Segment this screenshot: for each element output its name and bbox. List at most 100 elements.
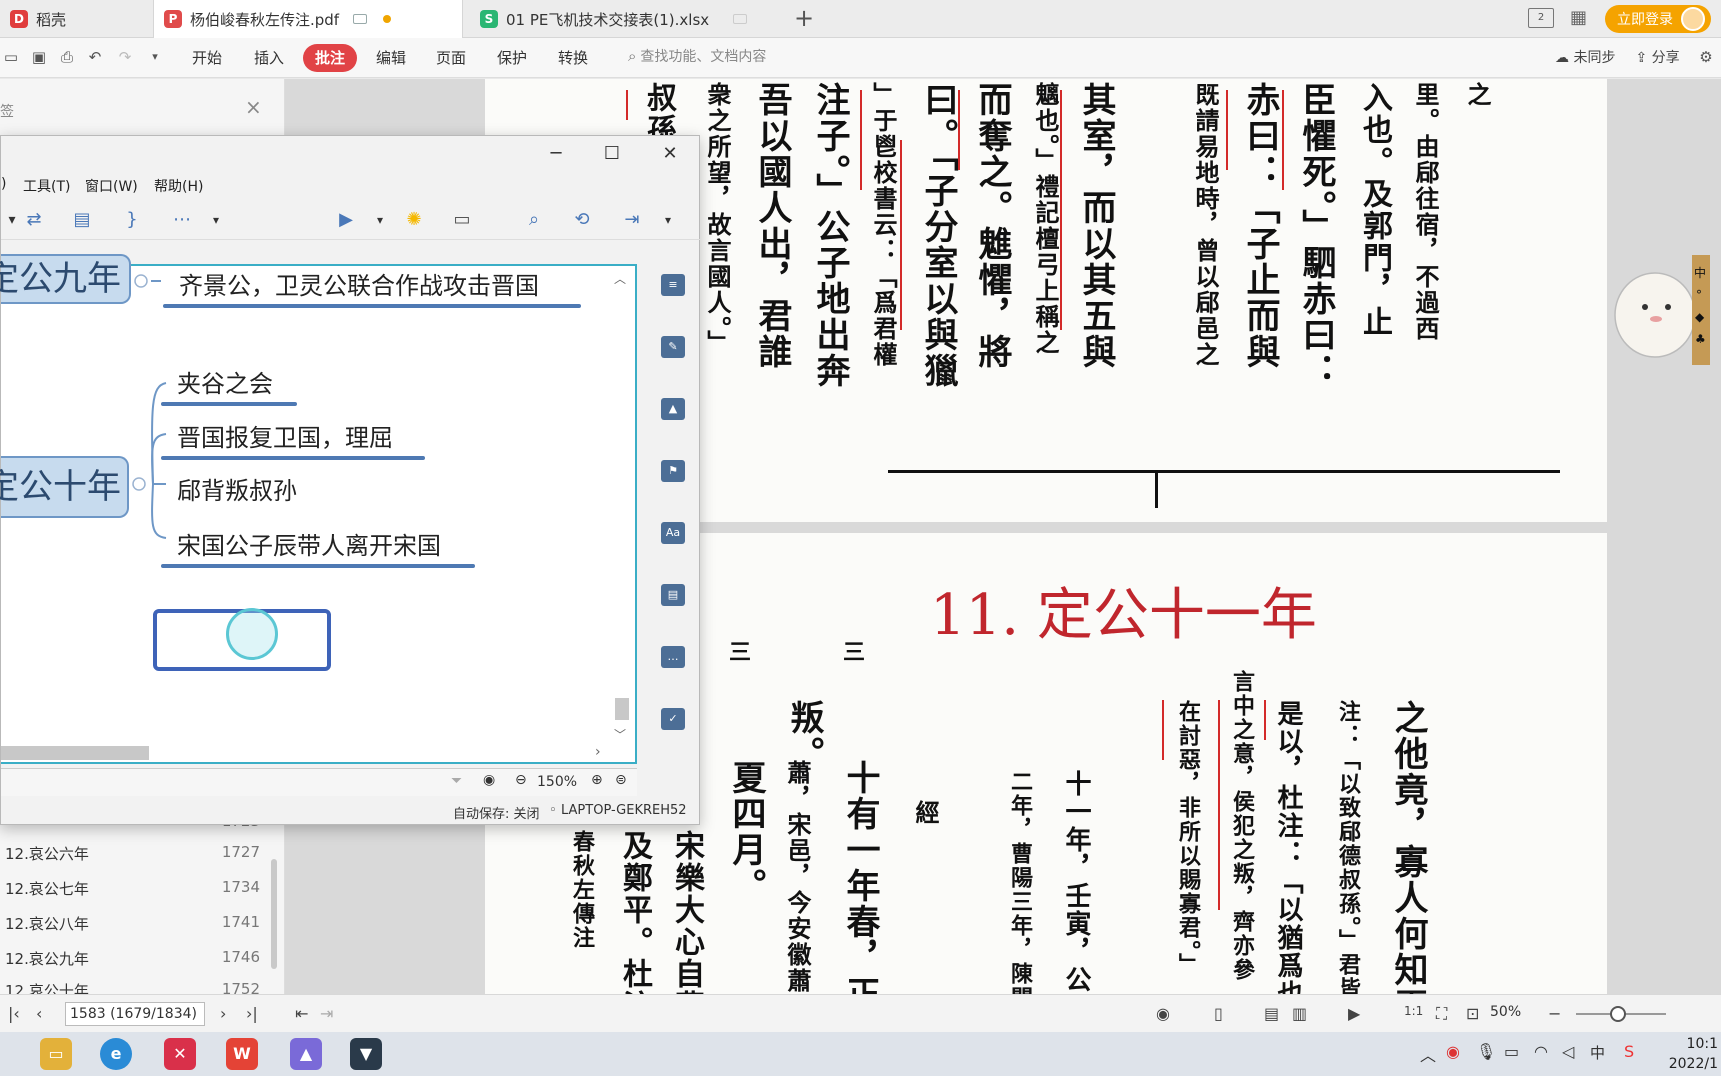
zoom-out-button[interactable]: − bbox=[1548, 1004, 1561, 1023]
zoom-slider-handle[interactable] bbox=[1610, 1006, 1626, 1022]
chevron-down-icon[interactable]: ▾ bbox=[205, 210, 227, 230]
menu-insert[interactable]: 插入 bbox=[254, 47, 284, 68]
save-icon[interactable]: ▣ bbox=[30, 48, 48, 66]
forward-icon[interactable]: ⇥ bbox=[320, 1004, 333, 1023]
settings-icon[interactable]: ⚙ bbox=[1697, 48, 1715, 66]
flag-icon[interactable]: ⚑ bbox=[661, 460, 685, 482]
wps-icon[interactable]: W bbox=[226, 1038, 258, 1070]
eye-protect-icon[interactable]: ◉ bbox=[1156, 1004, 1170, 1023]
battery-icon[interactable]: ▭ bbox=[1504, 1042, 1519, 1061]
sync-button[interactable]: ☁ 未同步 bbox=[1555, 47, 1615, 67]
mindmap-canvas[interactable]: 定公九年 定公十年 齐景公，卫灵公联合作战攻击晋国 夹谷之会 晋国报复卫国，理屈… bbox=[0, 254, 637, 764]
note-icon[interactable]: ▤ bbox=[661, 584, 685, 606]
edge-icon[interactable]: e bbox=[100, 1038, 132, 1070]
last-page-icon[interactable]: ›| bbox=[246, 1004, 258, 1023]
share-button[interactable]: ⇪ 分享 bbox=[1635, 47, 1679, 67]
boundary-icon[interactable]: ▤ bbox=[71, 210, 93, 230]
search-input[interactable]: ⌕ 查找功能、文档内容 bbox=[628, 46, 766, 66]
open-folder-icon[interactable]: ▭ bbox=[2, 48, 20, 66]
mascot-icon[interactable]: 中 ° ◆ ♣ bbox=[1610, 255, 1720, 365]
menu-partial[interactable]: ) bbox=[1, 176, 6, 192]
list-item[interactable]: 12.哀公八年 1741 bbox=[5, 913, 260, 934]
relationship-icon[interactable]: ⇄ bbox=[23, 210, 45, 230]
first-page-icon[interactable]: |‹ bbox=[8, 1004, 20, 1023]
topic-main-year10[interactable]: 定公十年 bbox=[0, 456, 129, 518]
topic-main-year9[interactable]: 定公九年 bbox=[0, 254, 131, 304]
zoom-level[interactable]: 50% bbox=[1490, 1004, 1521, 1020]
chevron-down-icon[interactable]: ▾ bbox=[657, 210, 679, 230]
file-explorer-icon[interactable]: ▭ bbox=[40, 1038, 72, 1070]
microphone-icon[interactable]: 🎙 bbox=[1476, 1042, 1496, 1061]
image-icon[interactable]: ▲ bbox=[661, 398, 685, 420]
menu-edit[interactable]: 编辑 bbox=[376, 47, 406, 68]
filter-icon[interactable]: ⏷ bbox=[451, 773, 462, 789]
menu-help[interactable]: 帮助(H) bbox=[154, 176, 203, 196]
vertical-scrollbar-thumb[interactable] bbox=[615, 698, 629, 720]
maximize-button[interactable]: ☐ bbox=[597, 142, 627, 166]
format-brush-icon[interactable]: ✎ bbox=[661, 336, 685, 358]
print-icon[interactable]: ⎙ bbox=[58, 48, 76, 66]
play-icon[interactable]: ▶ bbox=[1348, 1004, 1360, 1023]
menu-convert[interactable]: 转换 bbox=[558, 47, 588, 68]
horizontal-scrollbar-thumb[interactable] bbox=[1, 746, 149, 760]
panel-icon[interactable]: ▭ bbox=[451, 210, 473, 230]
close-icon[interactable]: × bbox=[245, 97, 263, 117]
chevron-down-icon[interactable]: ▾ bbox=[1, 210, 23, 230]
search-icon[interactable]: ⌕ bbox=[523, 210, 545, 230]
panel-scrollbar[interactable] bbox=[271, 859, 277, 969]
share-icon[interactable]: ⟲ bbox=[571, 210, 593, 230]
back-icon[interactable]: ⇤ bbox=[295, 1004, 308, 1023]
list-item[interactable]: 12.哀公十年 1752 bbox=[5, 980, 260, 994]
close-window-button[interactable]: ✕ bbox=[655, 142, 685, 166]
zoom-in-button[interactable]: ⊕ bbox=[591, 772, 603, 788]
menu-page[interactable]: 页面 bbox=[436, 47, 466, 68]
page-number-field[interactable]: 1583 (1679/1834) bbox=[65, 1002, 205, 1026]
comment-icon[interactable]: … bbox=[661, 646, 685, 668]
tab-xlsx[interactable]: S 01 PE飞机技术交接表(1).xlsx bbox=[470, 0, 780, 38]
clock[interactable]: 10:1 2022/1 bbox=[1660, 1034, 1718, 1074]
list-item[interactable]: 12.哀公六年 1727 bbox=[5, 843, 260, 864]
monitor-icon[interactable] bbox=[733, 14, 748, 24]
xmind-icon[interactable]: ✕ bbox=[164, 1038, 196, 1070]
next-page-icon[interactable]: › bbox=[220, 1004, 226, 1023]
menu-protect[interactable]: 保护 bbox=[497, 47, 527, 68]
fit-page-icon[interactable]: ⛶ bbox=[1436, 1004, 1447, 1024]
continuous-page-icon[interactable]: ▤ bbox=[1264, 1004, 1279, 1023]
monitor-icon[interactable] bbox=[353, 14, 368, 24]
zoom-fit-button[interactable]: ⊜ bbox=[615, 772, 627, 788]
topic-song-prince-leaves[interactable]: 宋国公子辰带人离开宋国 bbox=[177, 526, 441, 561]
prev-page-icon[interactable]: ‹ bbox=[36, 1004, 42, 1023]
ime-icon[interactable]: 中 bbox=[1590, 1042, 1605, 1063]
tab-pdf[interactable]: P 杨伯峻春秋左传注.pdf bbox=[153, 0, 463, 38]
redo-icon[interactable]: ↷ bbox=[116, 48, 134, 66]
fit-width-icon[interactable]: ⊡ bbox=[1466, 1004, 1479, 1023]
presentation-icon[interactable]: ▶ bbox=[335, 210, 357, 230]
scroll-right-icon[interactable]: › bbox=[595, 744, 609, 760]
zoom-out-button[interactable]: ⊖ bbox=[515, 772, 527, 788]
apps-grid-icon[interactable]: ▦ bbox=[1570, 8, 1590, 28]
minimize-button[interactable]: ─ bbox=[541, 142, 571, 166]
more-icon[interactable]: ⋯ bbox=[171, 210, 193, 230]
record-icon[interactable]: ◉ bbox=[1446, 1042, 1460, 1061]
single-page-icon[interactable]: ▯ bbox=[1214, 1004, 1223, 1023]
scroll-down-icon[interactable]: ﹀ bbox=[613, 726, 627, 742]
undo-icon[interactable]: ↶ bbox=[86, 48, 104, 66]
chevron-down-icon[interactable]: ▾ bbox=[369, 210, 391, 230]
tab-docer[interactable]: D 稻壳 bbox=[0, 0, 150, 38]
menu-start[interactable]: 开始 bbox=[192, 47, 222, 68]
photos-icon[interactable]: ▲ bbox=[290, 1038, 322, 1070]
summary-icon[interactable]: } bbox=[121, 210, 143, 230]
actual-size-icon[interactable]: 1:1 bbox=[1404, 1004, 1423, 1018]
topic-jin-retaliation[interactable]: 晋国报复卫国，理屈 bbox=[177, 418, 393, 453]
lightbulb-icon[interactable]: ✺ bbox=[403, 210, 425, 230]
app-icon[interactable]: ▼ bbox=[350, 1038, 382, 1070]
topic-hou-rebellion[interactable]: 郈背叛叔孙 bbox=[177, 471, 297, 506]
menu-tools[interactable]: 工具(T) bbox=[23, 176, 70, 196]
outline-icon[interactable]: ≡ bbox=[661, 274, 685, 296]
chevron-down-icon[interactable]: ▾ bbox=[146, 48, 164, 66]
two-page-icon[interactable]: ▥ bbox=[1292, 1004, 1307, 1023]
topic-jiagu-meeting[interactable]: 夹谷之会 bbox=[177, 364, 273, 399]
wifi-icon[interactable]: ◠ bbox=[1534, 1042, 1548, 1061]
text-style-icon[interactable]: Aa bbox=[661, 522, 685, 544]
scroll-up-icon[interactable]: ︿ bbox=[613, 270, 627, 286]
